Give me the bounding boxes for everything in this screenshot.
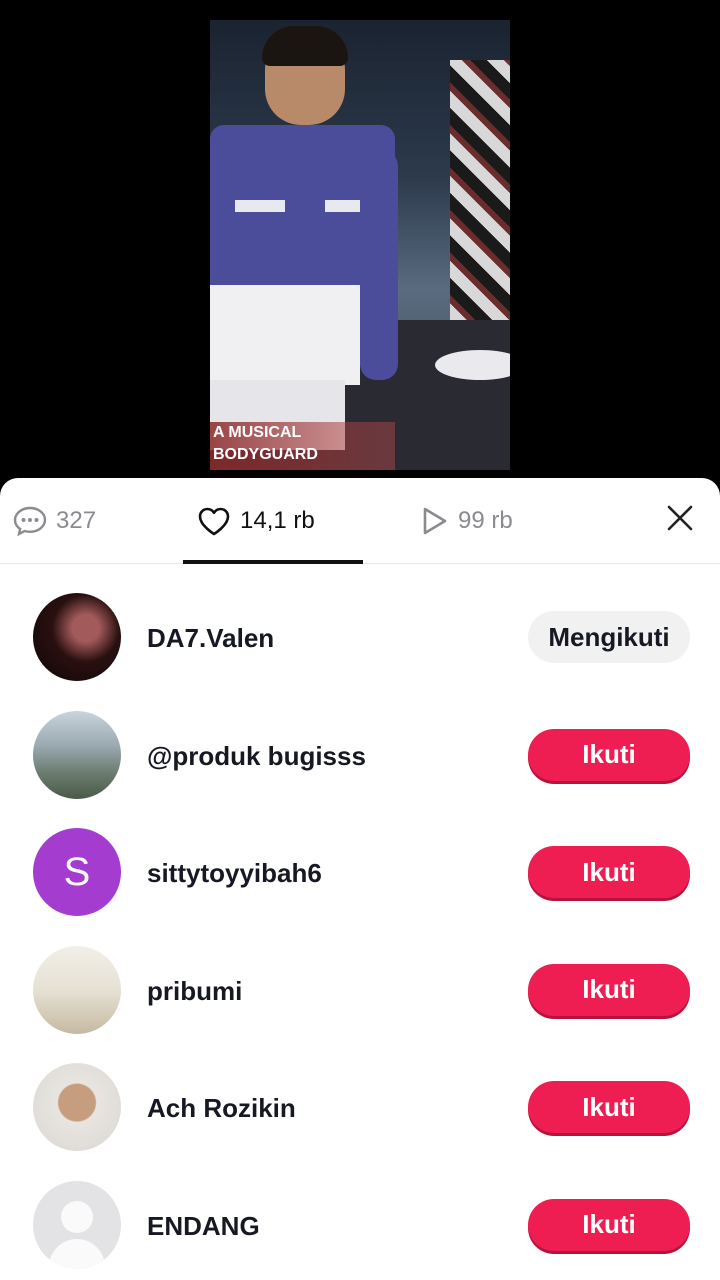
follow-button[interactable]: Ikuti (528, 1198, 690, 1251)
follow-button[interactable]: Ikuti (528, 846, 690, 898)
active-tab-indicator (183, 560, 363, 564)
comment-icon (12, 505, 48, 537)
username[interactable]: Ach Rozikin (147, 1093, 296, 1124)
performer (210, 26, 400, 450)
tab-likes[interactable]: 14,1 rb (196, 478, 315, 564)
video-player[interactable]: A MUSICAL BODYGUARD (0, 0, 720, 478)
video-caption: A MUSICAL BODYGUARD (210, 422, 395, 470)
likes-sheet: 327 14,1 rb 99 rb DA7.Valen Mengikuti @p… (0, 478, 720, 1280)
list-item[interactable]: pribumi Ikuti (0, 918, 720, 1036)
caption-line-1: A MUSICAL (213, 424, 302, 441)
avatar[interactable] (33, 945, 121, 1034)
avatar-initial: S (63, 849, 91, 894)
tab-bar: 327 14,1 rb 99 rb (0, 478, 720, 564)
follow-button[interactable]: Ikuti (528, 728, 690, 781)
follow-button[interactable]: Ikuti (528, 1081, 690, 1133)
close-icon (666, 504, 694, 537)
username[interactable]: ENDANG (147, 1211, 260, 1242)
likes-count: 14,1 rb (240, 507, 315, 534)
username[interactable]: sittytoyyibah6 (147, 858, 322, 889)
avatar[interactable] (33, 1063, 121, 1151)
avatar[interactable] (33, 710, 121, 799)
list-item[interactable]: @produk bugisss Ikuti (0, 683, 720, 801)
default-avatar-icon[interactable] (33, 1180, 121, 1269)
heart-icon (196, 505, 232, 537)
comments-count: 327 (56, 507, 97, 534)
list-item[interactable]: ENDANG Ikuti (0, 1153, 720, 1271)
tab-views[interactable]: 99 rb (418, 478, 513, 564)
likers-list: DA7.Valen Mengikuti @produk bugisss Ikut… (0, 565, 720, 1270)
background-performer (450, 60, 510, 320)
video-frame[interactable]: A MUSICAL BODYGUARD (210, 20, 510, 470)
follow-button[interactable]: Ikuti (528, 963, 690, 1016)
username[interactable]: pribumi (147, 976, 242, 1007)
username[interactable]: DA7.Valen (147, 623, 274, 654)
caption-line-2: BODYGUARD (213, 446, 318, 463)
list-item[interactable]: DA7.Valen Mengikuti (0, 565, 720, 683)
views-count: 99 rb (458, 507, 513, 534)
tab-comments[interactable]: 327 (12, 478, 96, 564)
list-item[interactable]: S sittytoyyibah6 Ikuti (0, 800, 720, 918)
list-item[interactable]: Ach Rozikin Ikuti (0, 1035, 720, 1153)
play-icon (418, 505, 450, 537)
following-button[interactable]: Mengikuti (528, 611, 690, 663)
avatar[interactable]: S (33, 828, 121, 916)
username[interactable]: @produk bugisss (147, 741, 366, 772)
avatar[interactable] (33, 593, 121, 681)
close-button[interactable] (662, 502, 698, 538)
